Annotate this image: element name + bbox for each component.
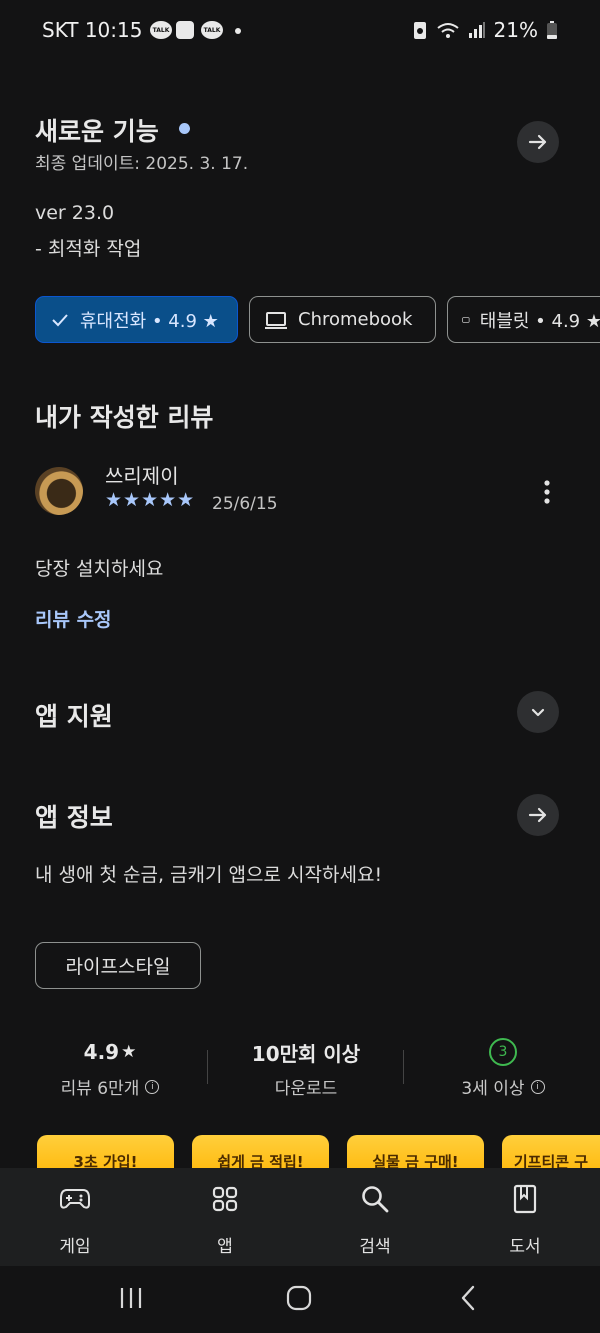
app-info-heading: 앱 정보 xyxy=(35,803,113,832)
chevron-down-icon xyxy=(531,708,545,717)
nav-search[interactable]: 검색 xyxy=(325,1182,425,1257)
nav-books[interactable]: 도서 xyxy=(475,1182,575,1257)
check-icon xyxy=(52,313,68,326)
nav-apps[interactable]: 앱 xyxy=(175,1182,275,1257)
status-bar: SKT 10:15 TALK TALK 21% xyxy=(0,0,600,62)
downloads-value: 10만회 이상 xyxy=(251,1041,361,1066)
nav-books-label: 도서 xyxy=(509,1237,541,1257)
book-icon xyxy=(513,1184,537,1214)
chip-tablet[interactable]: 태블릿 • 4.9 ★ xyxy=(447,296,600,343)
more-vert-icon xyxy=(544,480,550,504)
bottom-navigation: 게임 앱 검색 도서 xyxy=(0,1168,600,1266)
gamepad-icon xyxy=(60,1189,90,1209)
update-note: - 최적화 작업 xyxy=(35,238,142,260)
age-rating-badge: 3 xyxy=(489,1038,517,1066)
wifi-icon xyxy=(436,23,459,38)
avatar xyxy=(35,467,83,515)
status-time: SKT 10:15 xyxy=(42,18,143,42)
app-description: 내 생애 첫 순금, 금캐기 앱으로 시작하세요! xyxy=(35,864,383,886)
last-updated-text: 최종 업데이트: 2025. 3. 17. xyxy=(35,154,249,174)
divider xyxy=(403,1050,404,1084)
signal-icon xyxy=(468,22,485,38)
back-button[interactable] xyxy=(458,1285,478,1315)
whats-new-arrow-button[interactable] xyxy=(517,121,559,163)
review-author: 쓰리제이 xyxy=(105,464,179,488)
chip-tablet-label: 태블릿 • 4.9 ★ xyxy=(479,310,600,332)
review-more-button[interactable] xyxy=(535,478,559,508)
review-text: 당장 설치하세요 xyxy=(35,558,164,580)
apps-grid-icon xyxy=(212,1186,238,1212)
laptop-icon xyxy=(265,311,287,329)
system-navigation xyxy=(0,1266,600,1333)
chip-chromebook[interactable]: Chromebook xyxy=(249,296,436,343)
chip-phone-label: 휴대전화 • 4.9 ★ xyxy=(80,310,219,332)
rating-value: 4.9 xyxy=(83,1040,120,1064)
home-button[interactable] xyxy=(286,1285,312,1315)
downloads-label: 다운로드 xyxy=(274,1079,338,1099)
review-date: 25/6/15 xyxy=(212,494,278,514)
app-info-arrow-button[interactable] xyxy=(517,794,559,836)
category-chip[interactable]: 라이프스타일 xyxy=(35,942,201,989)
my-review-heading: 내가 작성한 리뷰 xyxy=(35,403,214,432)
talk-icon: TALK xyxy=(150,21,172,39)
tablet-icon xyxy=(462,316,470,323)
new-indicator-dot xyxy=(179,123,190,134)
nav-apps-label: 앱 xyxy=(217,1237,233,1257)
divider xyxy=(207,1050,208,1084)
rating-label: 리뷰 6만개 xyxy=(60,1079,140,1099)
app-support-heading: 앱 지원 xyxy=(35,702,113,731)
recents-button[interactable] xyxy=(118,1286,144,1314)
app-support-expand-button[interactable] xyxy=(517,691,559,733)
more-notifications-dot xyxy=(235,28,241,34)
edit-review-link[interactable]: 리뷰 수정 xyxy=(35,605,112,632)
stat-downloads: 10만회 이상 다운로드 xyxy=(226,1038,386,1100)
star-icon: ★ xyxy=(121,1042,137,1062)
age-label: 3세 이상 xyxy=(461,1079,525,1099)
battery-percent: 21% xyxy=(493,18,538,42)
arrow-right-icon xyxy=(528,807,547,823)
back-icon xyxy=(461,1285,475,1311)
flipboard-icon xyxy=(176,21,194,39)
review-stars: ★★★★★ xyxy=(105,489,196,511)
info-icon: i xyxy=(530,1079,545,1094)
chip-phone[interactable]: 휴대전화 • 4.9 ★ xyxy=(35,296,238,343)
chip-chromebook-label: Chromebook xyxy=(298,309,413,330)
version-text: ver 23.0 xyxy=(35,202,115,224)
whats-new-title: 새로운 기능 xyxy=(35,117,159,146)
talk-icon: TALK xyxy=(201,21,223,39)
home-icon xyxy=(286,1285,312,1311)
nav-games[interactable]: 게임 xyxy=(25,1182,125,1257)
recents-icon xyxy=(120,1288,142,1308)
status-right: 21% xyxy=(412,18,558,42)
search-icon xyxy=(362,1186,389,1213)
stat-rating[interactable]: 4.9 ★ 리뷰 6만개 i xyxy=(30,1038,190,1099)
nav-search-label: 검색 xyxy=(359,1237,391,1257)
info-icon: i xyxy=(145,1079,160,1094)
stat-age[interactable]: 3 3세 이상 i xyxy=(423,1038,583,1099)
arrow-right-icon xyxy=(528,134,547,150)
battery-saver-icon xyxy=(413,22,426,39)
battery-icon xyxy=(547,21,557,39)
nav-games-label: 게임 xyxy=(59,1237,91,1257)
